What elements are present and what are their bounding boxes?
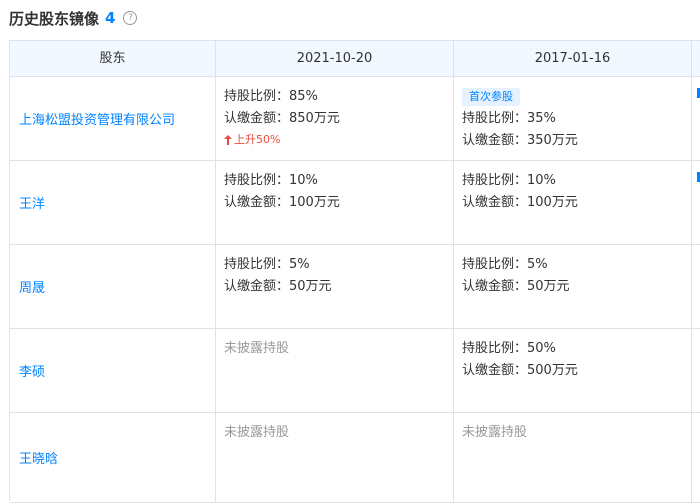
subscribed-amount: 认缴金额：500万元 (462, 363, 578, 378)
overflow-cell (692, 413, 700, 503)
holding-cell: 未披露持股 (216, 329, 454, 413)
holding-cell: 持股比例：5% 认缴金额：50万元 (454, 245, 692, 329)
holder-cell: 李硕 (10, 329, 216, 413)
column-header-holder: 股东 (10, 41, 216, 77)
table-row: 王洋 持股比例：10% 认缴金额：100万元 持股比例：10% 认缴金额：100… (10, 161, 700, 245)
shareholder-history-table: 股东 2021-10-20 2017-01-16 上海松盟投资管理有限公司 持股… (9, 40, 700, 503)
subscribed-amount: 认缴金额：850万元 (224, 111, 340, 126)
overflow-cell (692, 245, 700, 329)
table-row: 李硕 未披露持股 持股比例：50% 认缴金额：500万元 (10, 329, 700, 413)
holder-cell: 上海松盟投资管理有限公司 (10, 77, 216, 161)
holder-cell: 周晟 (10, 245, 216, 329)
undisclosed-text: 未披露持股 (224, 341, 290, 356)
subscribed-amount: 认缴金额：350万元 (462, 133, 578, 148)
first-holding-tag: 首次参股 (462, 88, 520, 106)
holding-ratio: 持股比例：35% (462, 111, 556, 126)
holding-ratio: 持股比例：50% (462, 341, 556, 356)
overflow-cell (692, 329, 700, 413)
holding-cell: 持股比例：85% 认缴金额：850万元 上升50% (216, 77, 454, 161)
column-header-overflow (692, 41, 700, 77)
column-header-date-1: 2021-10-20 (216, 41, 454, 77)
arrow-up-icon (224, 135, 232, 145)
holder-link[interactable]: 周晟 (19, 277, 45, 296)
holding-cell: 持股比例：5% 认缴金额：50万元 (216, 245, 454, 329)
subscribed-amount: 认缴金额：100万元 (462, 195, 578, 210)
table-row: 周晟 持股比例：5% 认缴金额：50万元 持股比例：5% 认缴金额：50万元 (10, 245, 700, 329)
column-header-date-2: 2017-01-16 (454, 41, 692, 77)
section-header: 历史股东镜像 4 ? (9, 6, 138, 30)
holder-link[interactable]: 李硕 (19, 361, 45, 380)
holding-cell: 首次参股 持股比例：35% 认缴金额：350万元 (454, 77, 692, 161)
table-row: 王晓晗 未披露持股 未披露持股 (10, 413, 700, 503)
subscribed-amount: 认缴金额：50万元 (224, 279, 332, 294)
holding-ratio: 持股比例：10% (224, 173, 318, 188)
holder-cell: 王晓晗 (10, 413, 216, 503)
holding-cell: 持股比例：10% 认缴金额：100万元 (216, 161, 454, 245)
holding-ratio: 持股比例：5% (224, 257, 310, 272)
holding-cell: 持股比例：50% 认缴金额：500万元 (454, 329, 692, 413)
section-count: 4 (105, 9, 116, 27)
subscribed-amount: 认缴金额：50万元 (462, 279, 570, 294)
help-icon[interactable]: ? (123, 11, 138, 25)
holding-ratio: 持股比例：5% (462, 257, 548, 272)
section-title: 历史股东镜像 (9, 9, 100, 28)
holding-cell: 持股比例：10% 认缴金额：100万元 (454, 161, 692, 245)
subscribed-amount: 认缴金额：100万元 (224, 195, 340, 210)
holding-ratio: 持股比例：10% (462, 173, 556, 188)
holder-cell: 王洋 (10, 161, 216, 245)
table-row: 上海松盟投资管理有限公司 持股比例：85% 认缴金额：850万元 上升50% 首… (10, 77, 700, 161)
change-text: 上升50% (234, 133, 281, 146)
holder-link[interactable]: 王洋 (19, 193, 45, 212)
holding-cell: 未披露持股 (454, 413, 692, 503)
holding-cell: 未披露持股 (216, 413, 454, 503)
change-badge: 上升50% (224, 132, 453, 148)
undisclosed-text: 未披露持股 (224, 425, 290, 440)
table-header-row: 股东 2021-10-20 2017-01-16 (10, 41, 700, 77)
holding-ratio: 持股比例：85% (224, 89, 318, 104)
holder-link[interactable]: 王晓晗 (19, 448, 58, 467)
holder-link[interactable]: 上海松盟投资管理有限公司 (19, 109, 175, 128)
undisclosed-text: 未披露持股 (462, 425, 528, 440)
